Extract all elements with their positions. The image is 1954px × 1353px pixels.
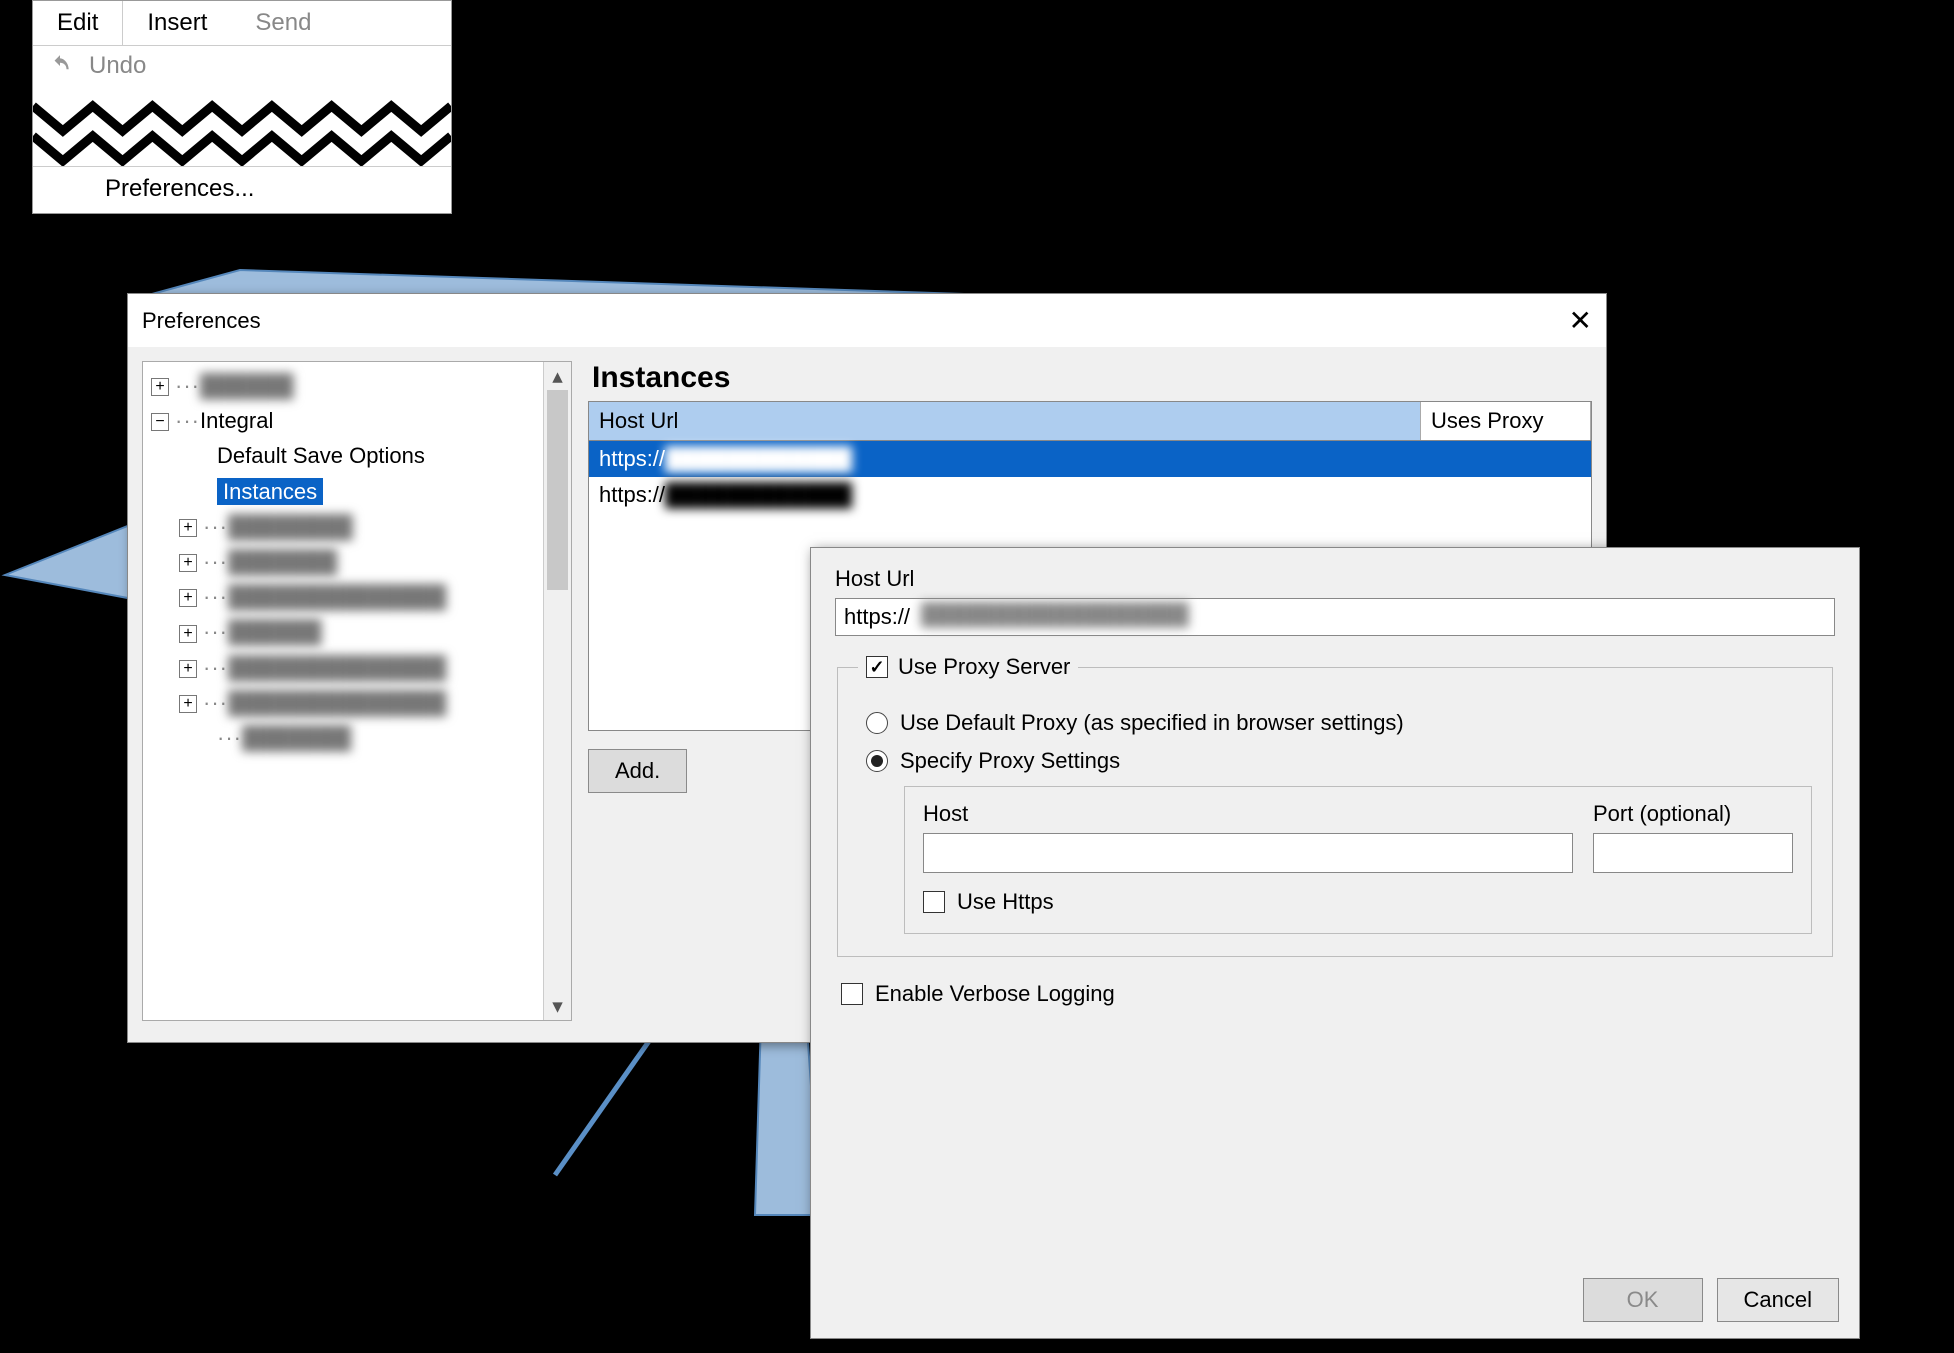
menu-tab-insert[interactable]: Insert bbox=[123, 1, 231, 45]
column-host-url[interactable]: Host Url bbox=[589, 402, 1421, 440]
use-proxy-checkbox[interactable]: Use Proxy Server bbox=[858, 654, 1078, 680]
undo-label: Undo bbox=[77, 52, 146, 80]
radio-icon bbox=[866, 750, 888, 772]
tree-node-integral[interactable]: Integral bbox=[200, 408, 273, 433]
preferences-title: Preferences bbox=[142, 308, 261, 334]
preferences-tree[interactable]: +···██████ −···Integral Default Save Opt… bbox=[142, 361, 572, 1021]
expand-icon[interactable]: + bbox=[179, 519, 197, 537]
close-icon[interactable]: ✕ bbox=[1569, 304, 1592, 337]
table-row[interactable]: https://████████████ bbox=[589, 477, 1591, 513]
enable-verbose-logging-checkbox[interactable]: Enable Verbose Logging bbox=[841, 981, 1835, 1007]
proxy-port-label: Port (optional) bbox=[1593, 801, 1793, 827]
radio-icon bbox=[866, 712, 888, 734]
cancel-button[interactable]: Cancel bbox=[1717, 1278, 1839, 1322]
checkbox-icon bbox=[866, 656, 888, 678]
menu-tab-send[interactable]: Send bbox=[231, 1, 335, 45]
expand-icon[interactable]: + bbox=[179, 660, 197, 678]
proxy-group: Use Proxy Server Use Default Proxy (as s… bbox=[837, 654, 1833, 957]
edit-menu-popup: Edit Insert Send Undo Preferences... bbox=[32, 0, 452, 214]
undo-menu-item[interactable]: Undo bbox=[33, 46, 451, 86]
proxy-settings-group: Host Port (optional) Use Https bbox=[904, 786, 1812, 934]
radio-use-default-proxy[interactable]: Use Default Proxy (as specified in brows… bbox=[866, 710, 1812, 736]
tree-node-default-save[interactable]: Default Save Options bbox=[217, 443, 425, 468]
expand-icon[interactable]: + bbox=[179, 554, 197, 572]
tearoff-zigzag bbox=[33, 86, 451, 166]
undo-icon bbox=[43, 52, 77, 80]
expand-icon[interactable]: + bbox=[179, 695, 197, 713]
scroll-thumb[interactable] bbox=[547, 390, 568, 590]
preferences-menu-item[interactable]: Preferences... bbox=[33, 166, 451, 213]
instances-heading: Instances bbox=[592, 361, 1592, 395]
proxy-port-input[interactable] bbox=[1593, 833, 1793, 873]
menu-tab-edit[interactable]: Edit bbox=[33, 1, 123, 45]
expand-icon[interactable]: + bbox=[151, 378, 169, 396]
proxy-host-input[interactable] bbox=[923, 833, 1573, 873]
host-url-dialog: Host Url ██████████████████ Use Proxy Se… bbox=[810, 547, 1860, 1339]
add-button[interactable]: Add. bbox=[588, 749, 687, 793]
host-url-label: Host Url bbox=[835, 566, 1835, 592]
checkbox-icon bbox=[841, 983, 863, 1005]
scroll-down-icon[interactable]: ▾ bbox=[544, 992, 571, 1020]
collapse-icon[interactable]: − bbox=[151, 413, 169, 431]
use-https-checkbox[interactable]: Use Https bbox=[923, 889, 1793, 915]
checkbox-icon bbox=[923, 891, 945, 913]
radio-specify-proxy[interactable]: Specify Proxy Settings bbox=[866, 748, 1812, 774]
ok-button[interactable]: OK bbox=[1583, 1278, 1703, 1322]
proxy-host-label: Host bbox=[923, 801, 1573, 827]
tree-node-instances[interactable]: Instances bbox=[217, 478, 323, 505]
menubar: Edit Insert Send bbox=[33, 1, 451, 46]
scroll-up-icon[interactable]: ▴ bbox=[544, 362, 571, 390]
column-uses-proxy[interactable]: Uses Proxy bbox=[1421, 402, 1591, 440]
tree-scrollbar[interactable]: ▴ ▾ bbox=[543, 362, 571, 1020]
preferences-titlebar: Preferences ✕ bbox=[128, 294, 1606, 347]
table-row[interactable]: https://████████████ bbox=[589, 441, 1591, 477]
expand-icon[interactable]: + bbox=[179, 589, 197, 607]
expand-icon[interactable]: + bbox=[179, 625, 197, 643]
